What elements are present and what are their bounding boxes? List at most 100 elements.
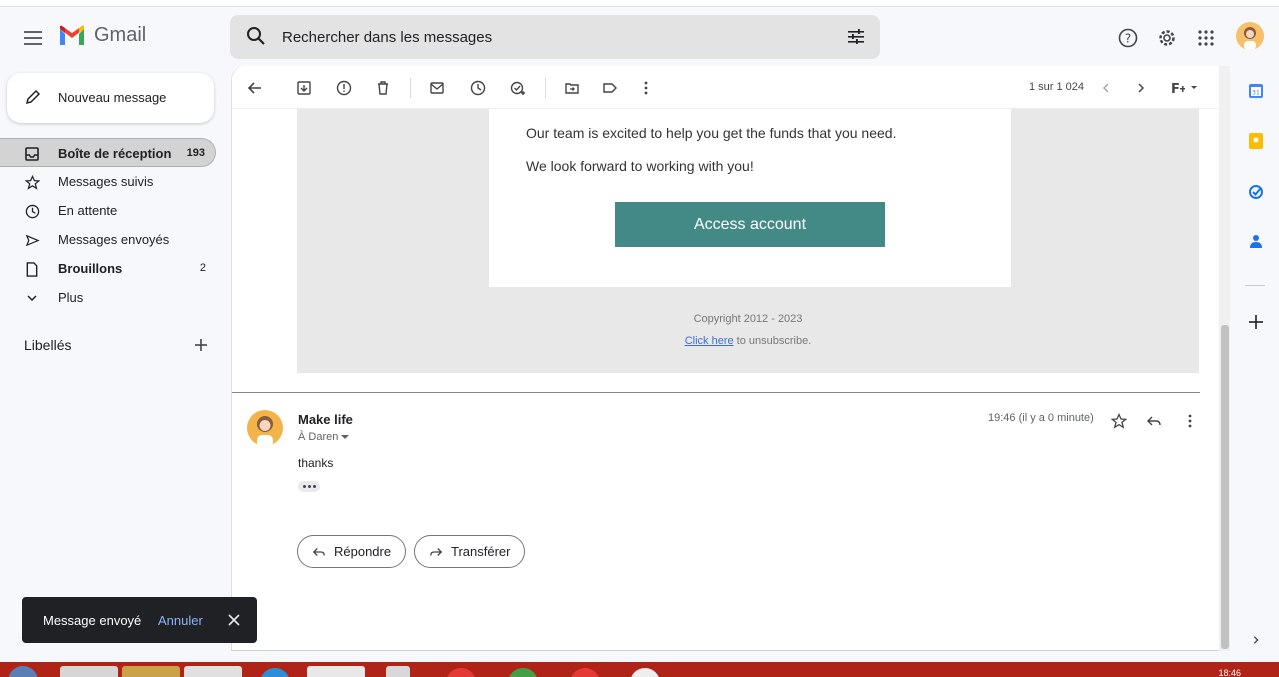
taskbar-app[interactable] xyxy=(386,666,410,677)
forward-label: Transférer xyxy=(451,544,511,559)
taskbar-app[interactable] xyxy=(184,666,242,677)
archive-button[interactable] xyxy=(294,78,314,98)
side-panel: 31 xyxy=(1231,66,1279,662)
reply-icon-button[interactable] xyxy=(1144,411,1164,431)
star-button[interactable] xyxy=(1109,411,1129,431)
draft-icon xyxy=(24,261,40,277)
recipient-details[interactable]: À Daren xyxy=(298,431,350,443)
close-icon[interactable] xyxy=(227,613,241,627)
sidebar-item-snoozed[interactable]: En attente xyxy=(0,196,216,225)
scrollbar-thumb[interactable] xyxy=(1221,325,1229,649)
sender-avatar[interactable] xyxy=(247,410,283,446)
sidebar-item-label: En attente xyxy=(58,203,118,218)
sidebar-item-more[interactable]: Plus xyxy=(0,283,216,312)
star-icon xyxy=(1111,413,1127,429)
forward-button[interactable]: Transférer xyxy=(414,535,526,568)
search-icon[interactable] xyxy=(246,26,266,46)
add-task-icon xyxy=(510,81,525,95)
sidebar-item-label: Messages envoyés xyxy=(58,232,170,247)
taskbar-app[interactable] xyxy=(260,668,290,677)
gear-icon xyxy=(1159,30,1175,46)
taskbar-app[interactable] xyxy=(60,666,118,677)
show-trimmed-content-button[interactable] xyxy=(298,481,320,492)
compose-button[interactable]: Nouveau message xyxy=(7,73,214,123)
taskbar-app[interactable] xyxy=(630,668,660,677)
contacts-app-button[interactable] xyxy=(1247,232,1265,250)
archive-icon xyxy=(297,81,311,95)
taskbar-app[interactable] xyxy=(570,668,600,677)
message-divider xyxy=(232,392,1200,393)
input-tools-button[interactable]: F xyxy=(1168,78,1204,98)
unread-count: 193 xyxy=(186,147,205,159)
add-task-button[interactable] xyxy=(508,78,528,98)
message-body: thanks xyxy=(298,456,334,470)
more-actions-button[interactable] xyxy=(636,78,656,98)
trash-icon xyxy=(378,81,388,95)
unsubscribe-link[interactable]: Click here xyxy=(685,335,734,347)
sidebar-item-label: Plus xyxy=(58,290,84,305)
clock-icon xyxy=(470,80,486,96)
caret-down-icon xyxy=(341,435,350,440)
keep-app-button[interactable] xyxy=(1247,132,1265,150)
apps-button[interactable] xyxy=(1194,26,1218,50)
sender-name[interactable]: Make life xyxy=(298,412,353,427)
expand-side-panel-button[interactable] xyxy=(1247,631,1265,649)
taskbar-app[interactable] xyxy=(122,666,180,677)
svg-text:31: 31 xyxy=(1252,90,1260,97)
hamburger-menu-icon xyxy=(24,31,42,45)
search-bar[interactable]: Rechercher dans les messages xyxy=(230,15,880,59)
recipient-label: À Daren xyxy=(298,431,339,443)
reply-button[interactable]: Répondre xyxy=(297,535,407,568)
spam-icon xyxy=(336,80,352,96)
compose-label: Nouveau message xyxy=(58,90,167,105)
email-line: We look forward to working with you! xyxy=(526,158,754,174)
taskbar-app[interactable] xyxy=(508,668,538,677)
delete-button[interactable] xyxy=(373,78,393,98)
forward-icon xyxy=(430,547,443,556)
taskbar-app[interactable] xyxy=(446,668,476,677)
reply-icon xyxy=(1147,416,1161,426)
chevron-right-icon xyxy=(1138,83,1145,93)
snooze-button[interactable] xyxy=(468,78,488,98)
gmail-logo[interactable]: Gmail xyxy=(58,24,146,47)
report-spam-button[interactable] xyxy=(334,78,354,98)
tasks-app-button[interactable] xyxy=(1247,183,1265,201)
unsubscribe-rest: to unsubscribe. xyxy=(733,335,812,347)
sidebar-item-inbox[interactable]: Boîte de réception 193 xyxy=(0,138,216,167)
start-button[interactable] xyxy=(8,666,38,677)
labels-button[interactable] xyxy=(600,78,620,98)
folder-move-icon xyxy=(565,83,579,94)
back-button[interactable] xyxy=(245,78,265,98)
add-label-icon[interactable] xyxy=(192,336,210,354)
label-icon xyxy=(603,83,617,93)
chevron-right-icon xyxy=(1253,636,1259,644)
email-line: Our team is excited to help you get the … xyxy=(526,125,897,141)
move-to-button[interactable] xyxy=(562,78,582,98)
newer-button[interactable] xyxy=(1096,78,1116,98)
apps-grid-icon xyxy=(1198,30,1214,46)
send-icon xyxy=(24,232,40,248)
calendar-icon: 31 xyxy=(1249,84,1263,98)
search-options-icon[interactable] xyxy=(846,27,866,47)
mark-unread-button[interactable] xyxy=(427,78,447,98)
undo-send-button[interactable]: Annuler xyxy=(158,613,203,628)
sidebar-item-sent[interactable]: Messages envoyés xyxy=(0,225,216,254)
message-more-button[interactable] xyxy=(1180,411,1200,431)
sidebar-item-drafts[interactable]: Brouillons 2 xyxy=(0,254,216,283)
sidebar-item-starred[interactable]: Messages suivis xyxy=(0,167,216,196)
search-input[interactable]: Rechercher dans les messages xyxy=(282,29,492,46)
access-account-button[interactable]: Access account xyxy=(615,202,885,247)
account-avatar[interactable] xyxy=(1236,22,1264,50)
calendar-app-button[interactable]: 31 xyxy=(1247,82,1265,100)
taskbar-app[interactable] xyxy=(307,666,365,677)
app-name: Gmail xyxy=(94,24,147,46)
settings-button[interactable] xyxy=(1155,26,1179,50)
help-button[interactable]: ? xyxy=(1116,26,1140,50)
main-menu-button[interactable] xyxy=(18,23,48,53)
pencil-icon xyxy=(25,89,41,105)
system-clock: 18:46 xyxy=(1218,668,1241,677)
arrow-left-icon xyxy=(247,82,261,94)
older-button[interactable] xyxy=(1131,78,1151,98)
os-taskbar: 18:46 xyxy=(0,662,1279,677)
get-addons-button[interactable] xyxy=(1247,313,1265,331)
